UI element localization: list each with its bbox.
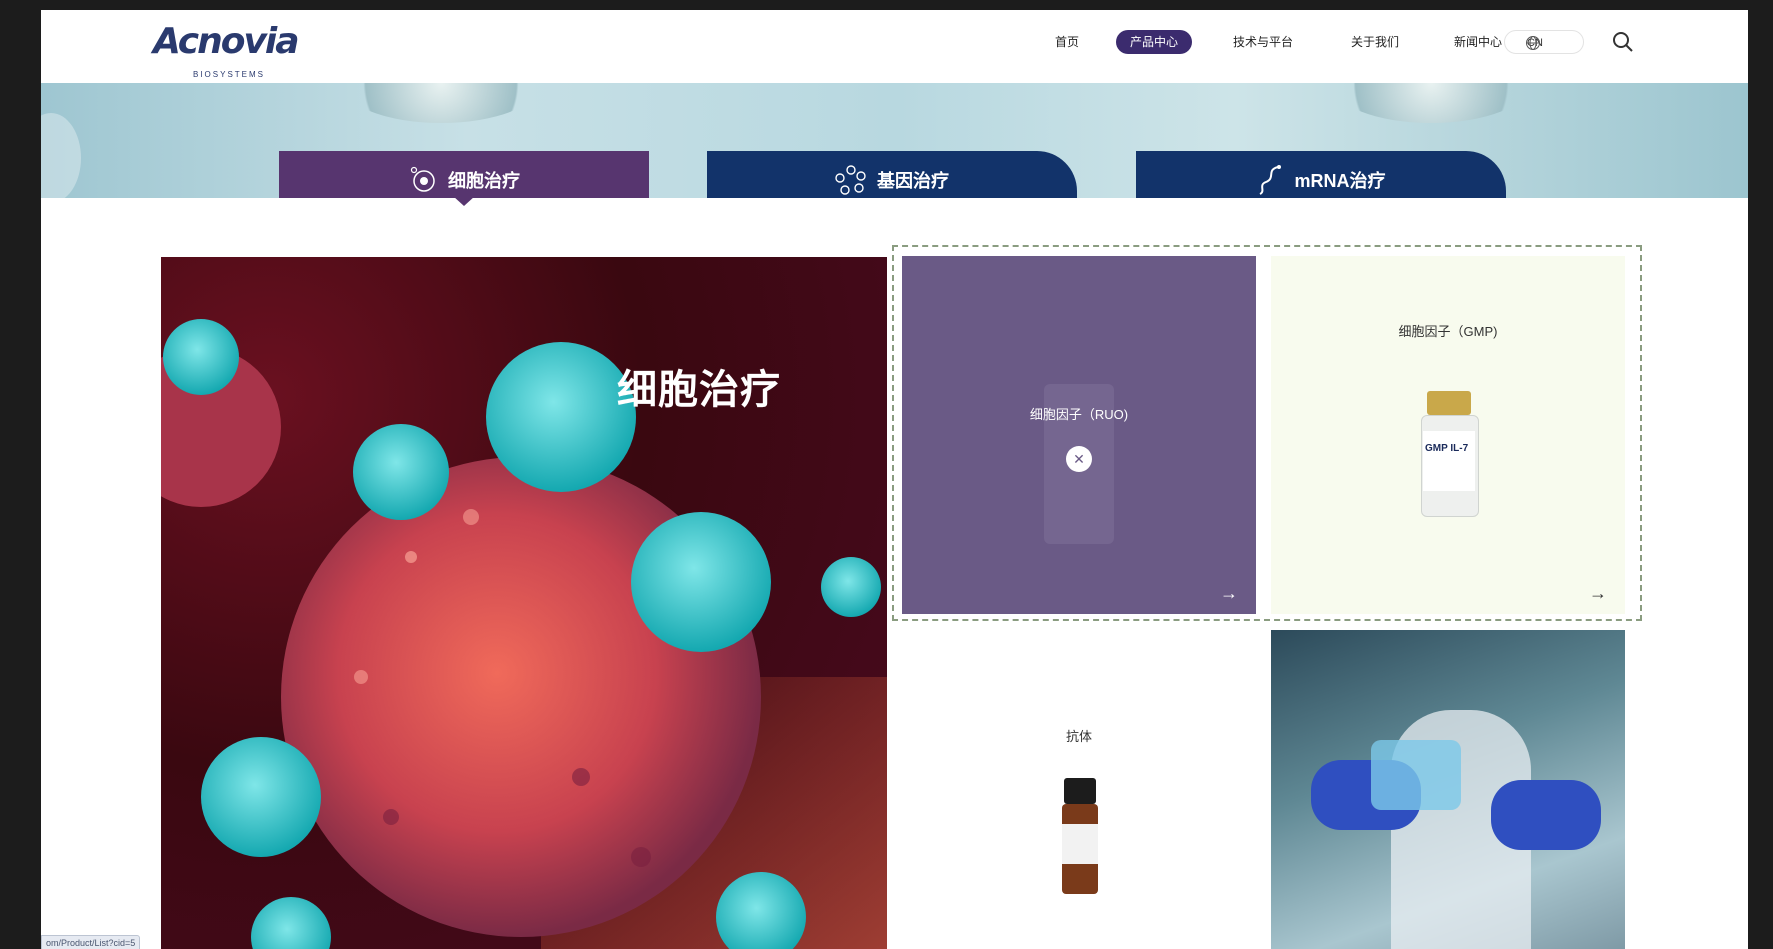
vial-image xyxy=(1062,778,1098,896)
status-bar-url: om/Product/List?cid=5 xyxy=(41,935,141,949)
nav-tech-platform[interactable]: 技术与平台 xyxy=(1233,30,1293,54)
arrow-right-icon[interactable]: → xyxy=(1589,583,1607,604)
search-icon xyxy=(1613,32,1633,52)
product-title: 细胞因子（RUO) xyxy=(1029,407,1129,422)
banner-cell-decoration xyxy=(341,83,541,123)
acnovia-logo[interactable]: Acnovia BIOSYSTEMS xyxy=(153,22,300,82)
language-switcher[interactable]: CN xyxy=(1504,30,1584,54)
expand-icon[interactable]: ✕ xyxy=(1066,446,1092,472)
cell-therapy-hero[interactable]: 细胞治疗 xyxy=(161,257,887,949)
cell-icon xyxy=(410,166,435,192)
logo-wordmark: Acnovia xyxy=(153,21,300,62)
tab-mrna-therapy[interactable]: mRNA治疗 xyxy=(1136,151,1506,198)
globe-icon xyxy=(1526,36,1540,50)
product-title: 细胞因子（GMP) xyxy=(1398,324,1498,339)
page: Acnovia BIOSYSTEMS 首页 产品中心 技术与平台 关于我们 新闻… xyxy=(41,10,1748,949)
vial-image: GMP IL-7 xyxy=(1421,391,1479,517)
nav-news[interactable]: 新闻中心 xyxy=(1454,30,1502,54)
arrow-right-icon[interactable]: → xyxy=(1220,583,1238,604)
product-title: 抗体 xyxy=(1065,729,1092,744)
tab-label: 基因治疗 xyxy=(877,171,949,191)
lab-scientist-image[interactable] xyxy=(1271,630,1625,949)
active-tab-pointer xyxy=(453,196,475,206)
banner-cell-decoration xyxy=(41,113,81,198)
gene-icon xyxy=(835,165,866,195)
category-banner: 细胞治疗 基因治疗 mRNA治疗 xyxy=(41,83,1748,198)
nav-home[interactable]: 首页 xyxy=(1055,30,1079,54)
tab-gene-therapy[interactable]: 基因治疗 xyxy=(707,151,1077,198)
product-card-antibody[interactable]: 抗体 xyxy=(902,630,1256,949)
search-button[interactable] xyxy=(1611,30,1635,59)
tab-cell-therapy[interactable]: 细胞治疗 xyxy=(279,151,649,198)
hero-title: 细胞治疗 xyxy=(617,368,781,412)
nav-products[interactable]: 产品中心 xyxy=(1116,30,1193,54)
vial-label: GMP IL-7 xyxy=(1425,443,1469,454)
banner-cell-decoration xyxy=(1331,83,1531,123)
nav-about[interactable]: 关于我们 xyxy=(1351,30,1399,54)
tab-label: 细胞治疗 xyxy=(448,171,520,191)
tab-label: mRNA治疗 xyxy=(1294,171,1386,191)
product-card-cytokine-ruo[interactable]: 细胞因子（RUO) ✕ → xyxy=(902,256,1256,614)
site-header: Acnovia BIOSYSTEMS 首页 产品中心 技术与平台 关于我们 新闻… xyxy=(41,10,1748,83)
logo-subtitle: BIOSYSTEMS xyxy=(193,70,266,79)
beaker xyxy=(1371,740,1461,810)
glove xyxy=(1491,780,1601,850)
mrna-icon xyxy=(1259,165,1282,195)
product-card-cytokine-gmp[interactable]: 细胞因子（GMP) GMP IL-7 → xyxy=(1271,256,1625,614)
